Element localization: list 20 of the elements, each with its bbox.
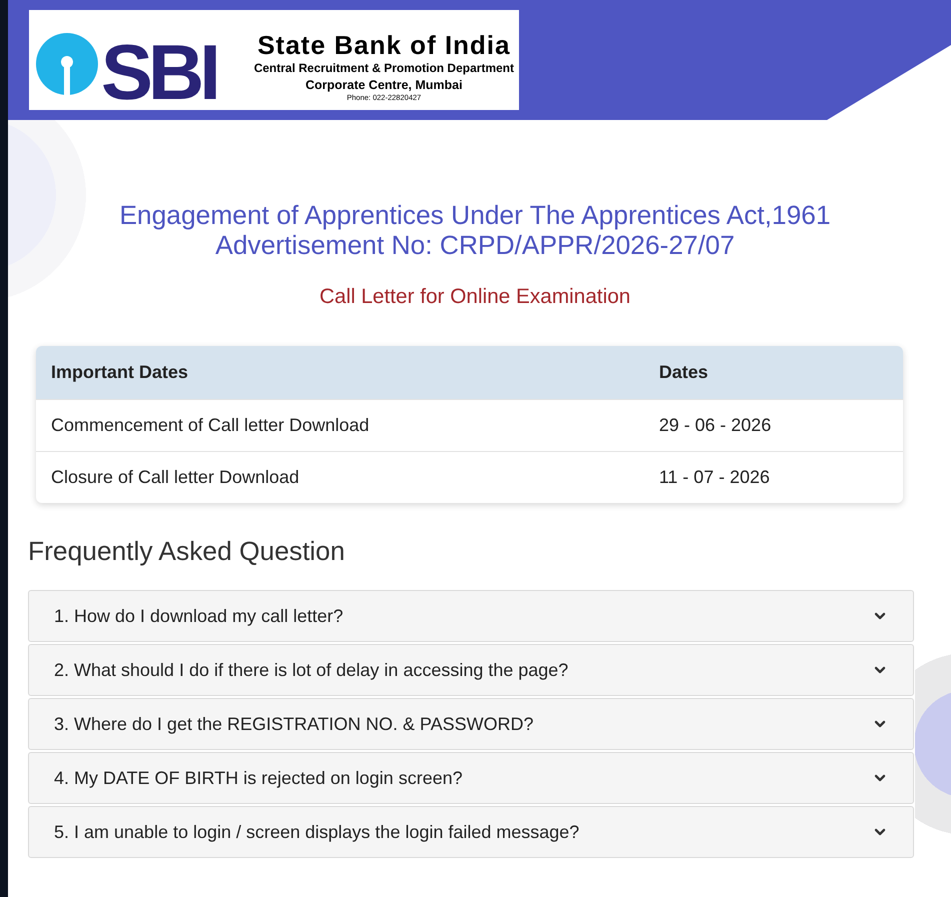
page-title: Engagement of Apprentices Under The Apprentices Act,1961 [119,200,831,230]
faq-question[interactable]: 2. What should I do if there is lot of delay in accessing the page? [28,644,914,696]
table-cell: Commencement of Call letter Download [36,399,644,451]
faq-question[interactable]: 3. Where do I get the REGISTRATION NO. & PASSWORD? [28,698,914,750]
office-name: Corporate Centre, Mumbai [305,77,462,93]
table-cell: Closure of Call letter Download [36,451,644,503]
faq-question[interactable]: 4. My DATE OF BIRTH is rejected on login screen? [28,752,914,804]
keyhole-logo-icon [36,31,98,97]
column-header: Dates [644,346,903,399]
faq-heading: Frequently Asked Question [28,536,345,566]
column-header: Important Dates [36,346,644,399]
advertisement-number: Advertisement No: CRPD/APPR/2026-27/07 [215,230,735,260]
faq-question[interactable]: 5. I am unable to login / screen displays the login failed message? [28,806,914,858]
faq-question[interactable]: 1. How do I download my call letter? [28,590,914,642]
table-cell: 29 - 06 - 2026 [644,399,903,451]
department-name: Central Recruitment & Promotion Department [254,61,514,76]
bank-name: State Bank of India [257,30,510,60]
table-cell: 11 - 07 - 2026 [644,451,903,503]
logo-wordmark: SBI [101,33,216,111]
page-subtitle: Call Letter for Online Examination [320,285,630,309]
